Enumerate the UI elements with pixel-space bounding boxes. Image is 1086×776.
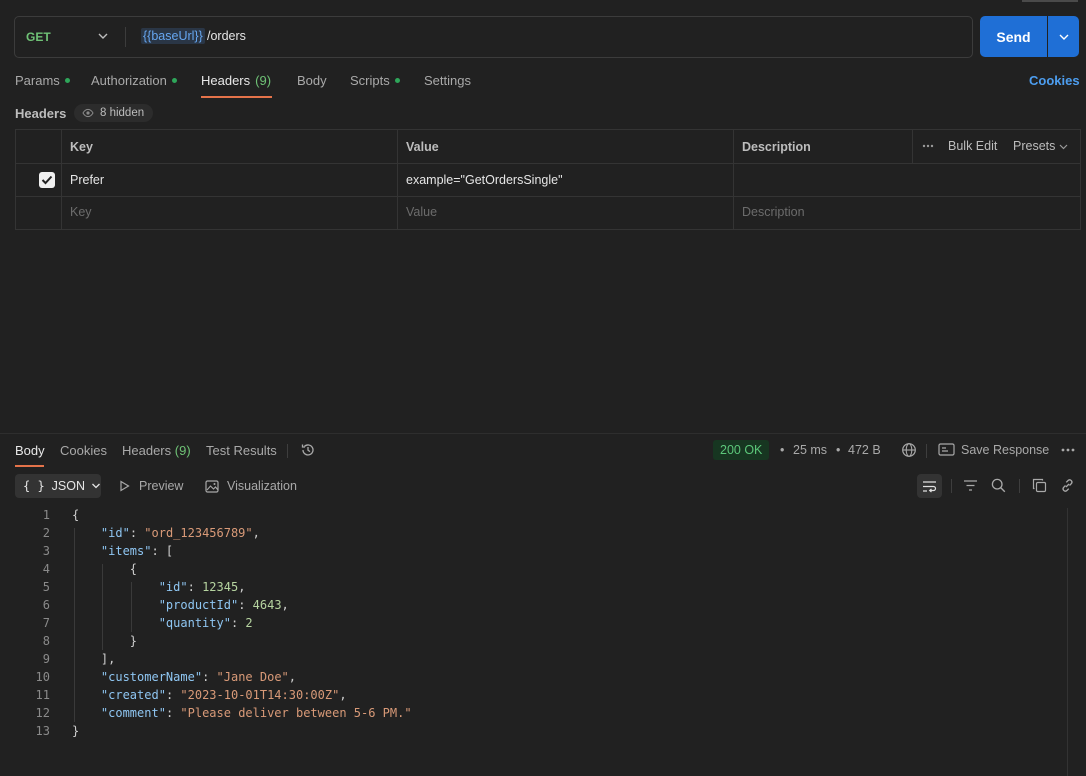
line-number: 12 xyxy=(35,706,50,720)
line-number: 4 xyxy=(42,562,50,576)
method-select[interactable]: GET xyxy=(26,30,51,44)
code-line: ], xyxy=(72,652,116,666)
response-tab-cookies[interactable]: Cookies xyxy=(60,443,107,458)
table-row: Prefer example="GetOrdersSingle" xyxy=(16,164,1080,196)
wrap-lines-button[interactable] xyxy=(917,474,942,498)
active-response-tab-indicator xyxy=(15,465,44,467)
top-edge-bar xyxy=(1022,0,1078,2)
code-line: "id": "ord_123456789", xyxy=(100,526,260,540)
save-response-button[interactable]: Save Response xyxy=(961,443,1049,457)
response-tab-test-results[interactable]: Test Results xyxy=(206,443,277,458)
wrap-icon xyxy=(923,480,937,492)
tab-headers[interactable]: Headers (9) xyxy=(201,73,271,88)
tab-params[interactable]: Params xyxy=(15,73,70,88)
response-tab-body[interactable]: Body xyxy=(15,443,45,458)
active-tab-indicator xyxy=(201,96,272,98)
link-icon[interactable] xyxy=(1060,478,1075,493)
line-number: 9 xyxy=(42,652,50,666)
history-icon[interactable] xyxy=(300,442,316,458)
tab-settings[interactable]: Settings xyxy=(424,73,471,88)
response-time[interactable]: 25 ms xyxy=(793,443,827,457)
code-line: "quantity": 2 xyxy=(158,616,253,630)
code-line: { xyxy=(72,508,80,522)
headers-table: Key Value Description Bulk Edit Presets … xyxy=(15,129,1081,230)
copy-icon[interactable] xyxy=(1032,478,1047,493)
column-header-key: Key xyxy=(70,140,93,154)
code-line: } xyxy=(72,634,138,648)
preview-button[interactable]: Preview xyxy=(119,479,183,493)
row-enabled-checkbox[interactable] xyxy=(39,172,55,188)
line-number: 11 xyxy=(35,688,50,702)
presets-button[interactable]: Presets xyxy=(1013,139,1055,153)
cookies-link[interactable]: Cookies xyxy=(1029,73,1080,88)
save-response-icon xyxy=(938,443,955,456)
chevron-down-icon xyxy=(1059,34,1068,40)
visualization-button[interactable]: Visualization xyxy=(205,479,297,493)
code-line: { xyxy=(72,562,138,576)
chevron-down-icon xyxy=(92,483,100,489)
indent-guide xyxy=(74,528,75,722)
more-options-icon[interactable] xyxy=(922,144,934,148)
response-size[interactable]: 472 B xyxy=(848,443,881,457)
code-line: "created": "2023-10-01T14:30:00Z", xyxy=(100,688,347,702)
response-divider xyxy=(0,433,1086,434)
check-icon xyxy=(41,175,53,185)
search-icon[interactable] xyxy=(991,478,1006,493)
header-value-cell[interactable]: example="GetOrdersSingle" xyxy=(406,173,563,187)
code-line: "productId": 4643, xyxy=(158,598,289,612)
send-button[interactable]: Send xyxy=(980,16,1047,57)
line-number: 2 xyxy=(42,526,50,540)
code-line: "comment": "Please deliver between 5-6 P… xyxy=(100,706,412,720)
line-number: 7 xyxy=(42,616,50,630)
column-header-description: Description xyxy=(742,140,811,154)
scrollbar[interactable] xyxy=(1067,508,1068,776)
line-number: 10 xyxy=(35,670,50,684)
line-number: 13 xyxy=(35,724,50,738)
chevron-down-icon[interactable] xyxy=(97,30,109,42)
hidden-headers-toggle[interactable]: 8 hidden xyxy=(74,104,154,122)
code-line: "id": 12345, xyxy=(158,580,246,594)
image-icon xyxy=(205,479,219,493)
format-select[interactable]: { } JSON xyxy=(15,474,101,498)
tab-authorization[interactable]: Authorization xyxy=(91,73,177,88)
braces-icon: { } xyxy=(23,479,45,493)
line-number: 6 xyxy=(42,598,50,612)
url-path[interactable]: /orders xyxy=(207,29,246,43)
table-row-new: Key Value Description xyxy=(16,197,1080,229)
play-icon xyxy=(120,480,130,492)
url-variable[interactable]: {{baseUrl}} xyxy=(141,28,205,44)
line-number: 1 xyxy=(42,508,50,522)
line-number: 3 xyxy=(42,544,50,558)
headers-section-title: Headers xyxy=(15,106,67,121)
status-dot xyxy=(394,78,400,83)
status-dot xyxy=(171,78,177,83)
column-header-value: Value xyxy=(406,140,439,154)
globe-icon[interactable] xyxy=(901,442,917,458)
response-tab-headers[interactable]: Headers (9) xyxy=(122,443,191,458)
tab-scripts[interactable]: Scripts xyxy=(350,73,400,88)
url-divider xyxy=(125,27,126,47)
send-options-button[interactable] xyxy=(1048,16,1079,57)
line-number: 5 xyxy=(42,580,50,594)
eye-icon xyxy=(82,108,94,118)
headers-count: (9) xyxy=(255,73,272,88)
new-value-input[interactable]: Value xyxy=(406,205,437,219)
header-key-cell[interactable]: Prefer xyxy=(70,173,104,187)
status-badge[interactable]: 200 OK xyxy=(713,440,770,460)
new-description-input[interactable]: Description xyxy=(742,205,805,219)
more-options-icon[interactable] xyxy=(1061,448,1075,452)
code-line: "customerName": "Jane Doe", xyxy=(100,670,296,684)
indent-guide xyxy=(131,582,132,632)
status-dot xyxy=(64,78,70,83)
code-line: "items": [ xyxy=(100,544,174,558)
bulk-edit-button[interactable]: Bulk Edit xyxy=(948,139,997,153)
new-key-input[interactable]: Key xyxy=(70,205,92,219)
line-number: 8 xyxy=(42,634,50,648)
code-line: } xyxy=(72,724,80,738)
indent-guide xyxy=(102,564,103,650)
filter-icon[interactable] xyxy=(963,479,978,492)
tab-body[interactable]: Body xyxy=(297,73,327,88)
url-bar[interactable]: GET {{baseUrl}} /orders xyxy=(14,16,973,58)
chevron-down-icon xyxy=(1059,144,1068,150)
